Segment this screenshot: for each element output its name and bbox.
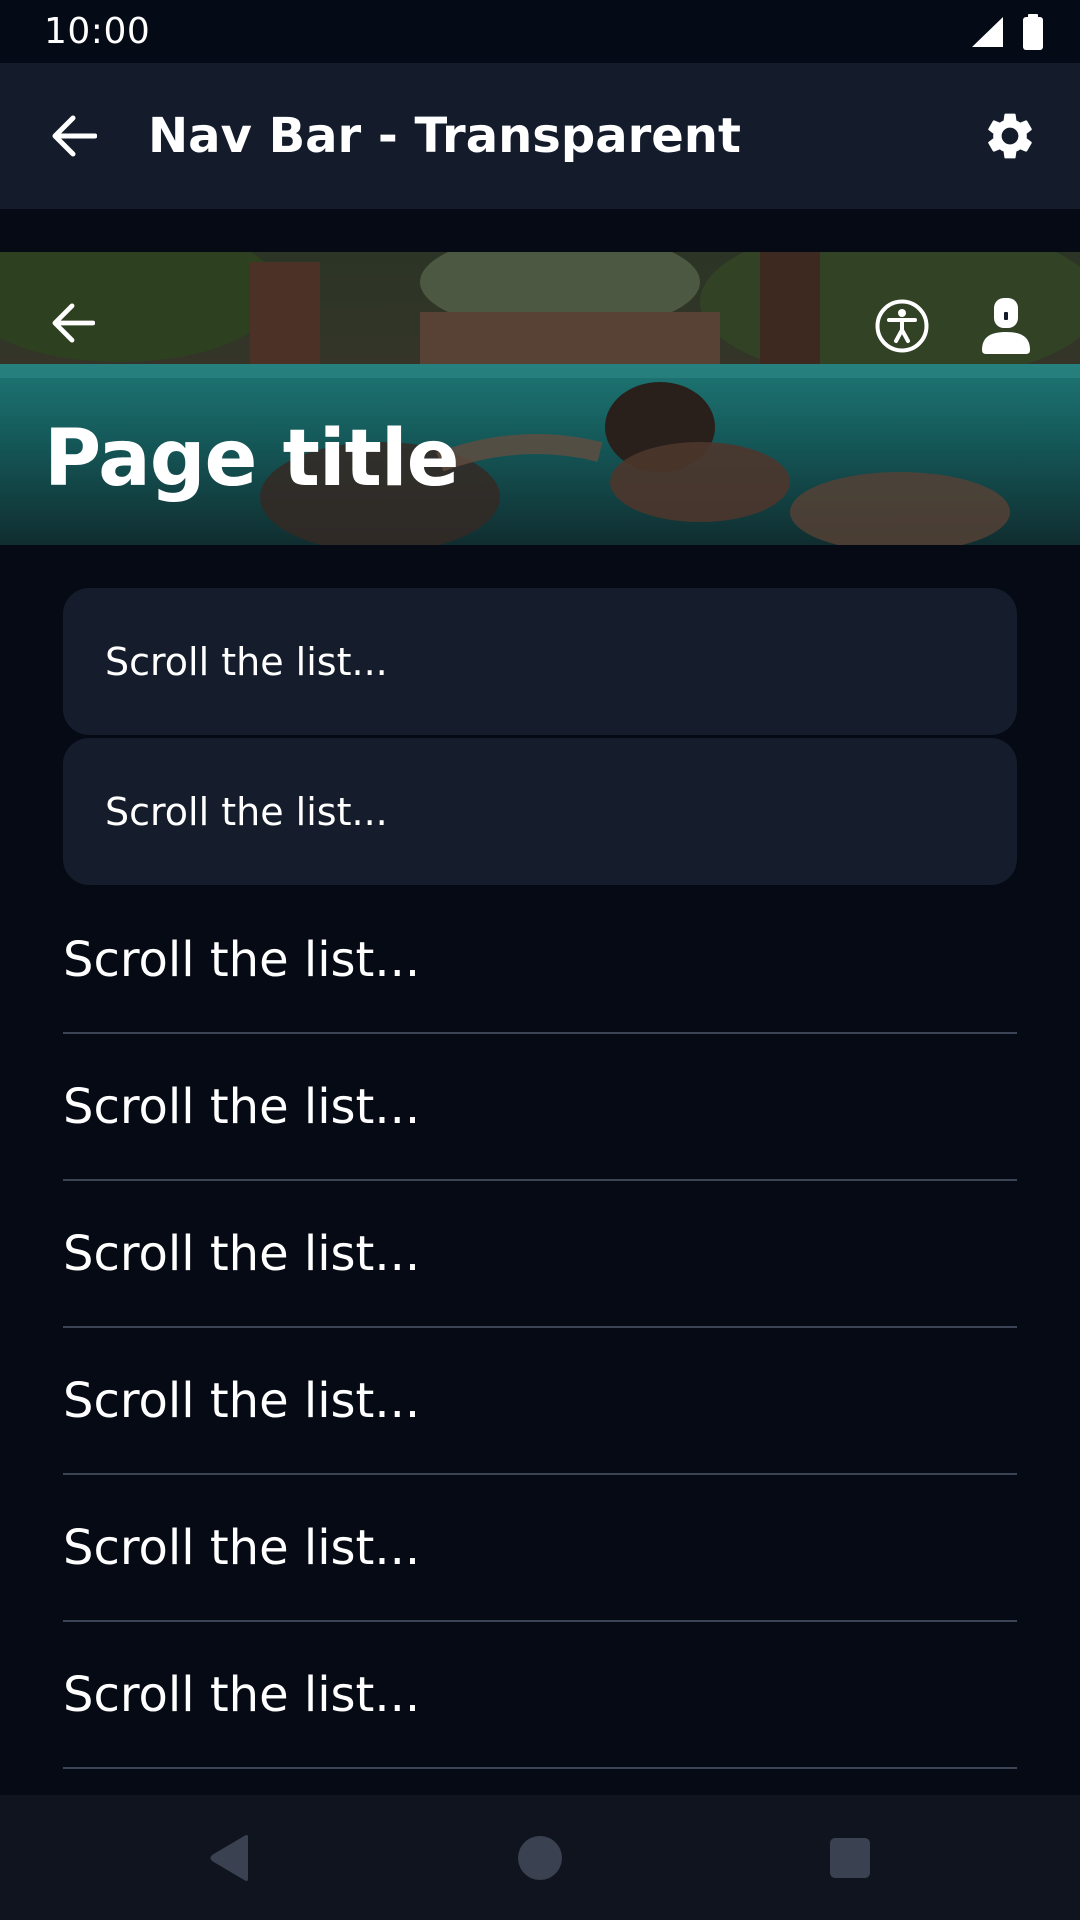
list-card[interactable]: Scroll the list... [63, 738, 1017, 885]
settings-button[interactable] [980, 106, 1040, 166]
list-row[interactable]: Scroll the list... [63, 1034, 1017, 1181]
list-row[interactable]: Scroll the list... [63, 887, 1017, 1034]
back-triangle-icon [210, 1835, 248, 1881]
scroll-list[interactable]: Scroll the list... Scroll the list... Sc… [0, 545, 1080, 1795]
arrow-back-icon [52, 303, 95, 343]
status-bar: 10:00 [0, 0, 1080, 63]
page-title: Page title [44, 414, 460, 504]
app-bar: Nav Bar - Transparent [0, 63, 1080, 209]
list-row[interactable]: Scroll the list... [63, 1181, 1017, 1328]
arrow-back-icon [52, 115, 97, 157]
list-row[interactable]: Scroll the list... [63, 1475, 1017, 1622]
status-icons [970, 13, 1044, 50]
list-row[interactable]: Scroll the list... [63, 1622, 1017, 1769]
profile-button[interactable] [978, 296, 1034, 356]
gear-icon [988, 113, 1032, 159]
list-row[interactable]: Scroll the list... [63, 1328, 1017, 1475]
spacer [0, 209, 1080, 252]
recents-square-icon [830, 1838, 870, 1878]
nav-recents-button[interactable] [815, 1823, 885, 1893]
status-time: 10:00 [44, 11, 151, 52]
list-card[interactable]: Scroll the list... [63, 588, 1017, 735]
accessibility-icon [875, 299, 929, 353]
app-bar-title: Nav Bar - Transparent [148, 108, 741, 164]
app-bar-back-button[interactable] [48, 110, 100, 162]
home-circle-icon [518, 1836, 562, 1880]
nav-back-button[interactable] [194, 1823, 264, 1893]
hero-banner: Page title [0, 252, 1080, 545]
accessibility-button[interactable] [874, 298, 930, 354]
battery-icon [1023, 13, 1043, 50]
signal-icon [972, 16, 1003, 47]
person-icon [982, 298, 1030, 354]
system-nav-bar [0, 1795, 1080, 1920]
nav-home-button[interactable] [505, 1823, 575, 1893]
hero-back-button[interactable] [46, 296, 100, 350]
